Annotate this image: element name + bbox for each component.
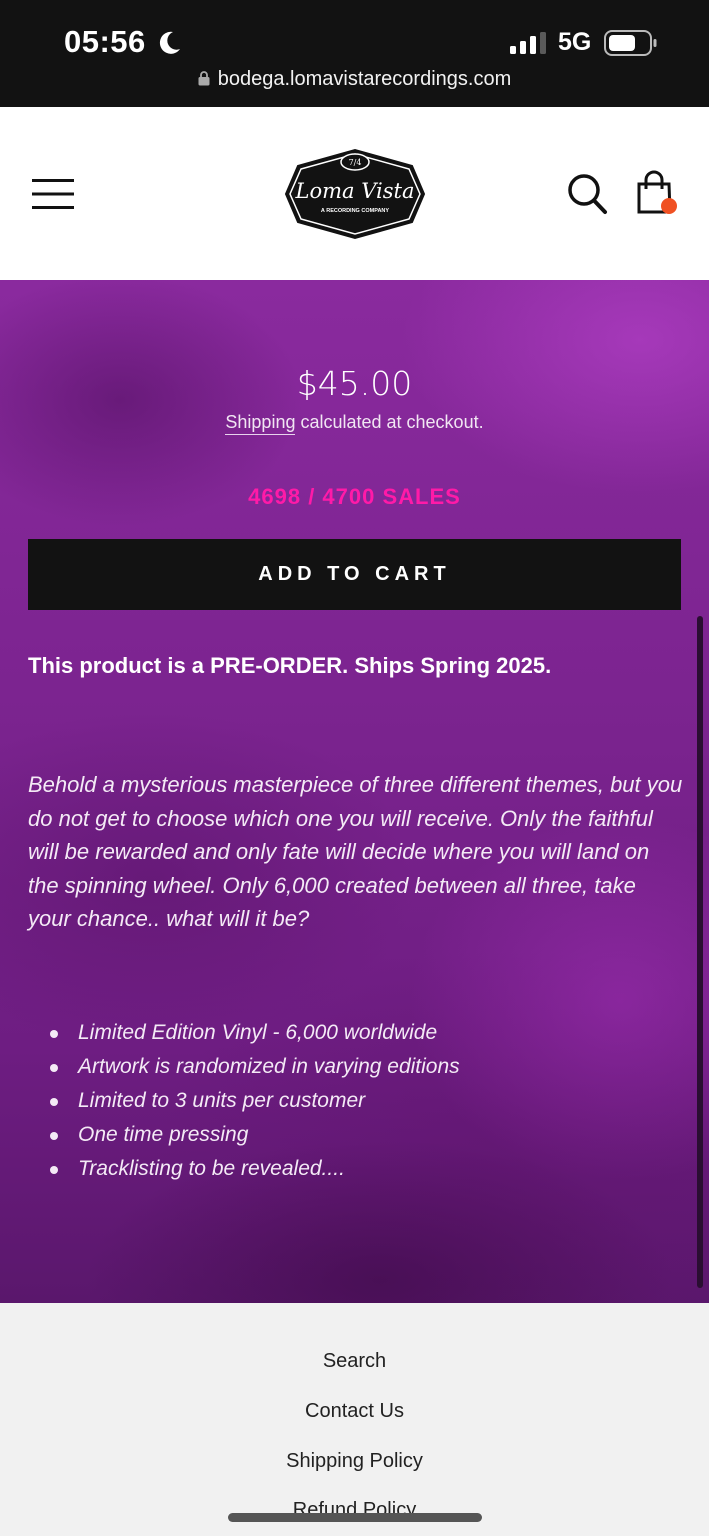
- list-item: Limited Edition Vinyl - 6,000 worldwide: [28, 1016, 668, 1050]
- shipping-link[interactable]: Shipping: [225, 412, 296, 435]
- search-icon[interactable]: [566, 172, 608, 216]
- logo-name-text: Loma Vista: [295, 179, 415, 203]
- list-item: Limited to 3 units per customer: [28, 1084, 668, 1118]
- network-label: 5G: [558, 28, 592, 56]
- list-item: Artwork is randomized in varying edition…: [28, 1050, 668, 1084]
- logo-tagline-text: A RECORDING COMPANY: [321, 208, 389, 214]
- preorder-note: This product is a PRE-ORDER. Ships Sprin…: [28, 653, 552, 678]
- product-description: Behold a mysterious masterpiece of three…: [28, 772, 683, 931]
- footer-link-contact[interactable]: Contact Us: [0, 1400, 709, 1423]
- status-bar: 05:56 5G bodega.lomavistarecordings.com: [0, 0, 709, 107]
- scrollbar[interactable]: [697, 616, 703, 1288]
- lock-icon: [198, 71, 210, 86]
- shipping-note-text: calculated at checkout.: [295, 412, 484, 432]
- product-price: $45.00: [296, 364, 413, 403]
- feature-list: Limited Edition Vinyl - 6,000 worldwide …: [28, 1016, 668, 1186]
- loma-vista-logo[interactable]: 7/4 Loma Vista A RECORDING COMPANY: [284, 148, 426, 240]
- footer-link-shipping-policy[interactable]: Shipping Policy: [0, 1450, 709, 1473]
- list-item: One time pressing: [28, 1118, 668, 1152]
- sales-counter: 4698 / 4700 SALES: [248, 484, 461, 509]
- status-time: 05:56: [64, 24, 146, 59]
- signal-icon: [510, 32, 546, 54]
- moon-icon: [159, 31, 180, 54]
- home-indicator[interactable]: [228, 1513, 482, 1522]
- logo-top-text: 7/4: [349, 158, 362, 167]
- footer-link-search[interactable]: Search: [0, 1350, 709, 1373]
- menu-icon[interactable]: [32, 177, 74, 211]
- battery-icon: [604, 30, 657, 56]
- url-bar[interactable]: bodega.lomavistarecordings.com: [0, 68, 709, 91]
- cart-icon[interactable]: [636, 170, 680, 218]
- add-to-cart-button[interactable]: ADD TO CART: [28, 539, 681, 610]
- list-item: Tracklisting to be revealed....: [28, 1152, 668, 1186]
- shipping-note: Shipping calculated at checkout.: [0, 412, 709, 435]
- url-text: bodega.lomavistarecordings.com: [217, 68, 512, 90]
